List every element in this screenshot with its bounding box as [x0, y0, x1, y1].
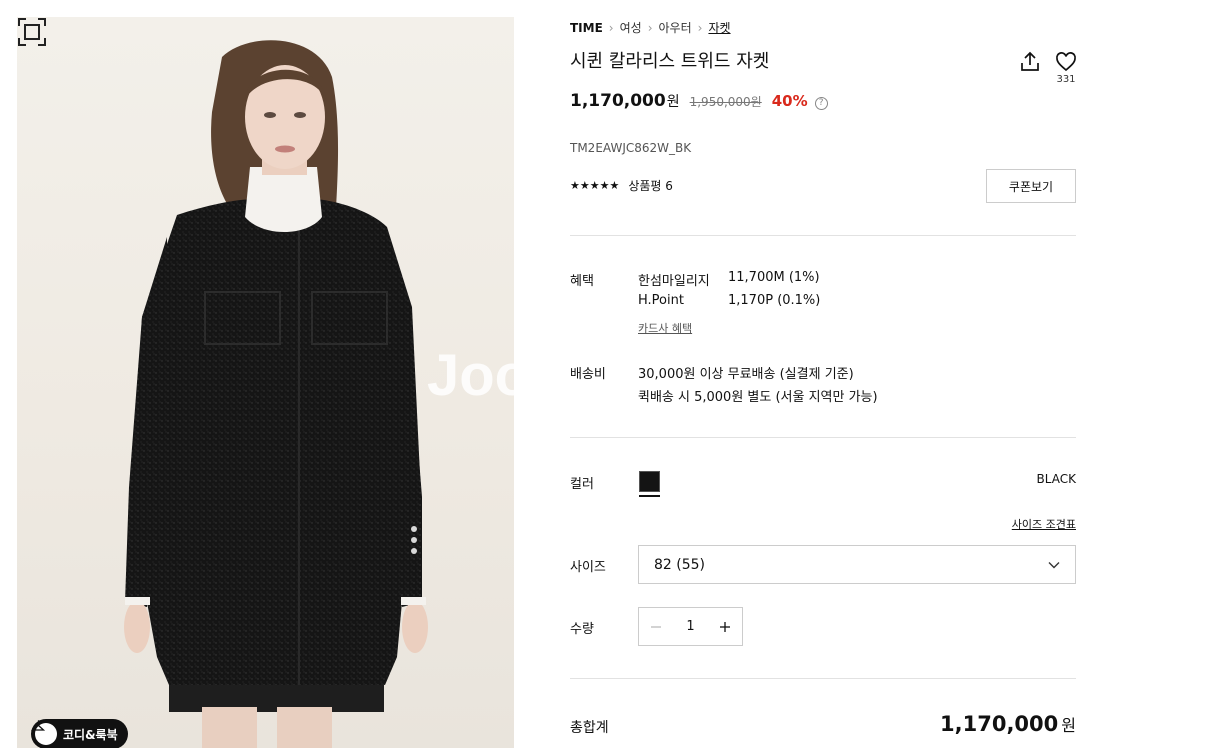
- total-unit: 원: [1061, 716, 1076, 735]
- total-label: 총합계: [570, 720, 609, 736]
- divider: [570, 235, 1076, 236]
- minus-icon: [651, 625, 661, 628]
- breadcrumb-item[interactable]: 자켓: [708, 19, 730, 36]
- brand-watermark: Joo: [427, 343, 514, 408]
- product-image[interactable]: Joo 코디&룩북: [17, 17, 514, 748]
- sale-price: 1,170,000: [570, 91, 666, 111]
- selected-indicator: [639, 495, 660, 497]
- increase-button[interactable]: [708, 608, 742, 645]
- price-row: 1,170,000 원 1,950,000원 40% ?: [570, 91, 828, 111]
- benefit-value: 1,170P (0.1%): [728, 293, 821, 308]
- size-selected-value: 82 (55): [654, 556, 706, 573]
- divider: [570, 437, 1076, 438]
- benefit-name: 한섬마일리지: [638, 274, 710, 289]
- product-title: 시퀸 칼라리스 트위드 자켓: [570, 51, 770, 72]
- price-unit: 원: [666, 94, 680, 110]
- quick-shipping-info: 퀵배송 시 5,000원 별도 (서울 지역만 가능): [638, 390, 878, 405]
- breadcrumb-item[interactable]: 여성: [620, 19, 642, 36]
- product-code: TM2EAWJC862W_BK: [570, 141, 692, 155]
- fullscreen-icon[interactable]: [17, 17, 47, 47]
- total-price: 1,170,000 원: [940, 712, 1076, 736]
- heart-icon[interactable]: [1054, 50, 1078, 74]
- coordi-label: 코디&룩북: [63, 727, 118, 742]
- size-guide-link[interactable]: 사이즈 조견표: [1012, 516, 1076, 532]
- coupon-button[interactable]: 쿠폰보기: [986, 169, 1076, 203]
- benefits-label: 혜택: [570, 274, 594, 289]
- decrease-button[interactable]: [639, 608, 673, 645]
- selected-color-name: BLACK: [1036, 472, 1076, 486]
- plus-icon: [720, 621, 730, 632]
- quantity-value[interactable]: 1: [673, 619, 708, 634]
- benefit-name: H.Point: [638, 293, 684, 308]
- quantity-stepper: 1: [638, 607, 743, 646]
- chevron-right-icon: ›: [608, 20, 614, 35]
- star-rating-icon: ★★★★★: [570, 179, 620, 192]
- benefit-value: 11,700M (1%): [728, 270, 820, 285]
- card-benefit-link[interactable]: 카드사 혜택: [638, 320, 692, 336]
- quantity-label: 수량: [570, 622, 594, 637]
- review-count[interactable]: 상품평 6: [628, 177, 673, 194]
- breadcrumb-item[interactable]: 아우터: [659, 19, 692, 36]
- discount-rate: 40%: [771, 92, 808, 110]
- hanger-icon: [31, 720, 57, 745]
- share-icon[interactable]: [1018, 50, 1042, 74]
- chevron-right-icon: ›: [697, 20, 703, 35]
- chevron-right-icon: ›: [647, 20, 653, 35]
- divider: [570, 678, 1076, 679]
- rating-row[interactable]: ★★★★★ 상품평 6: [570, 177, 673, 194]
- breadcrumb: TIME › 여성 › 아우터 › 자켓: [570, 19, 731, 36]
- like-count: 331: [1056, 74, 1076, 85]
- breadcrumb-brand[interactable]: TIME: [570, 21, 603, 35]
- total-amount: 1,170,000: [940, 712, 1059, 736]
- shipping-label: 배송비: [570, 367, 606, 382]
- color-label: 컬러: [570, 477, 594, 492]
- chevron-down-icon: [1048, 562, 1060, 569]
- shipping-info: 30,000원 이상 무료배송 (실결제 기준): [638, 367, 854, 382]
- color-swatch-black[interactable]: [639, 471, 660, 492]
- size-select[interactable]: 82 (55): [638, 545, 1076, 584]
- coordi-lookbook-button[interactable]: 코디&룩북: [31, 719, 128, 748]
- original-price: 1,950,000원: [689, 95, 762, 109]
- size-label: 사이즈: [570, 560, 606, 575]
- help-icon[interactable]: ?: [814, 96, 828, 110]
